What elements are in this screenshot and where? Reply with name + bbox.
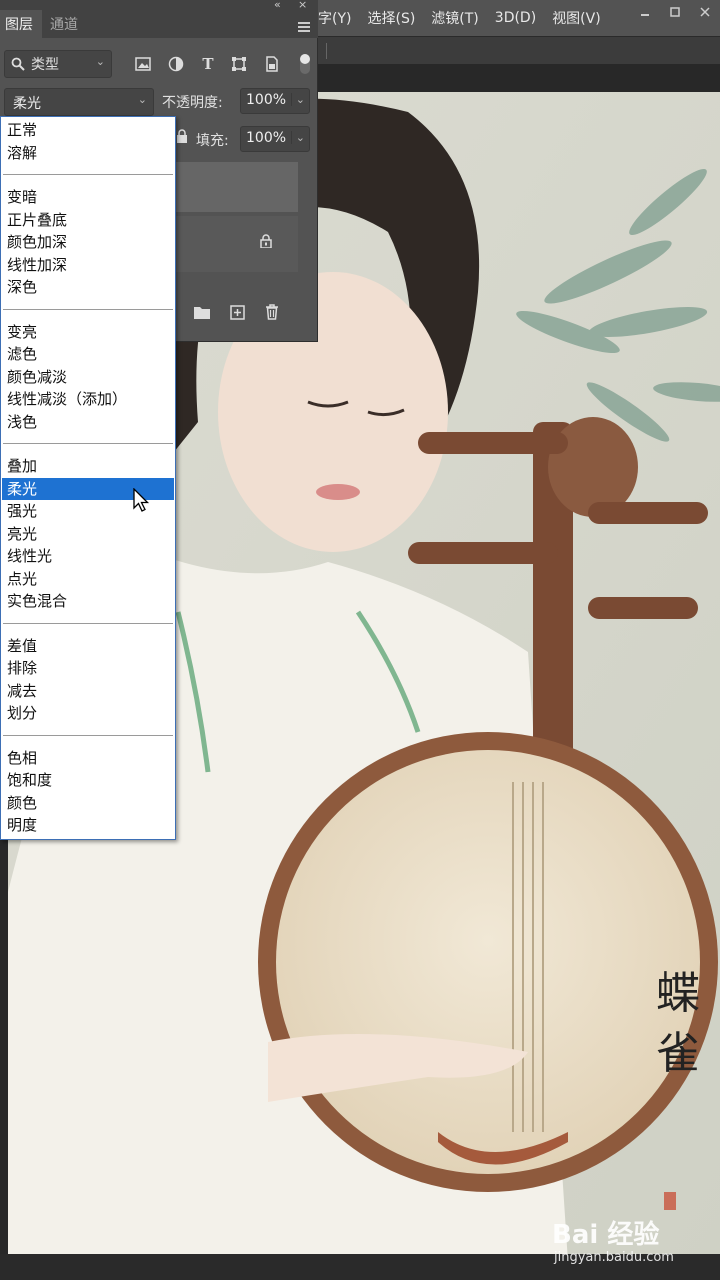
blend-mode-option[interactable]: 色相 [2,747,174,770]
menu-separator [3,308,173,310]
blend-mode-option[interactable]: 颜色加深 [2,231,174,254]
calligraphy-char-2: 雀 [656,1028,700,1079]
blend-mode-option[interactable]: 颜色 [2,792,174,815]
blend-mode-option[interactable]: 正片叠底 [2,209,174,232]
layer-lock-icon [260,234,272,248]
blend-mode-option[interactable]: 线性加深 [2,254,174,277]
blend-mode-option[interactable]: 溶解 [2,142,174,165]
menu-items: 字(Y) 选择(S) 滤镜(T) 3D(D) 视图(V) [318,0,617,36]
shape-filter-icon[interactable] [229,54,249,74]
menu-view[interactable]: 视图(V) [552,8,601,28]
chevron-down-icon[interactable]: ⌄ [290,93,305,106]
blend-mode-option[interactable]: 饱和度 [2,769,174,792]
maximize-icon[interactable] [660,0,690,24]
folder-icon[interactable] [192,302,212,322]
blend-mode-option[interactable]: 排除 [2,657,174,680]
blend-mode-option[interactable]: 明度 [2,814,174,837]
lock-icon[interactable] [176,129,188,143]
trash-icon[interactable] [262,302,282,322]
blend-mode-option[interactable]: 线性减淡（添加） [2,388,174,411]
blend-mode-value: 柔光 [13,96,41,112]
menu-separator [3,622,173,624]
calligraphy-char-1: 蝶 [656,968,700,1019]
close-icon[interactable] [690,0,720,24]
blend-mode-option[interactable]: 深色 [2,276,174,299]
chevron-down-icon[interactable]: ⌄ [290,131,305,144]
document-tab-bar [318,36,720,64]
blend-mode-option[interactable]: 变暗 [2,186,174,209]
blend-mode-option[interactable]: 颜色减淡 [2,366,174,389]
divider [326,43,327,59]
blend-mode-option[interactable]: 叠加 [2,455,174,478]
fill-field[interactable]: 100% ⌄ [240,126,310,152]
menu-separator [3,734,173,736]
menu-type[interactable]: 字(Y) [318,8,351,28]
blend-mode-option[interactable]: 点光 [2,568,174,591]
layer-row[interactable] [176,162,298,212]
window-controls [630,0,720,26]
minimize-icon[interactable] [630,0,660,24]
layer-filter-select[interactable]: 类型 ⌄ [4,50,112,78]
panel-tabs: 图层 通道 [0,10,318,38]
layer-row[interactable] [176,216,298,272]
menu-separator [3,443,173,444]
watermark-logo: Bai 经验 [552,1220,660,1250]
filter-kind-label: 类型 [31,57,59,73]
blend-mode-option[interactable]: 实色混合 [2,590,174,613]
search-icon [11,57,25,71]
blend-mode-option[interactable]: 浅色 [2,411,174,434]
blend-mode-option[interactable]: 减去 [2,680,174,703]
tab-channels[interactable]: 通道 [45,10,83,38]
blend-mode-option[interactable]: 变亮 [2,321,174,344]
blend-mode-option[interactable]: 划分 [2,702,174,725]
blend-mode-select[interactable]: 柔光 ⌄ [4,88,154,116]
image-filter-icon[interactable] [133,54,153,74]
baidu-jingyan-watermark: Bai 经验 jingyan.baidu.com [552,1214,712,1270]
type-filter-icon[interactable]: T [198,54,218,74]
opacity-field[interactable]: 100% ⌄ [240,88,310,114]
mouse-cursor-icon [133,488,150,512]
menu-filter[interactable]: 滤镜(T) [431,8,478,28]
watermark-url: jingyan.baidu.com [554,1250,674,1265]
panel-header-strip: « × [0,0,318,11]
menu-select[interactable]: 选择(S) [367,8,415,28]
panel-footer [176,296,316,330]
smart-object-filter-icon[interactable] [262,54,282,74]
fill-label: 填充: [196,133,229,149]
new-layer-icon[interactable] [227,302,247,322]
menu-3d[interactable]: 3D(D) [495,10,536,26]
blend-mode-option[interactable]: 亮光 [2,523,174,546]
panel-menu-icon[interactable] [298,22,310,32]
chevron-down-icon: ⌄ [95,55,105,68]
menu-separator [3,174,173,175]
filter-toggle[interactable] [300,54,310,74]
blend-mode-option[interactable]: 线性光 [2,545,174,568]
blend-mode-dropdown[interactable]: 正常 溶解变暗 正片叠底 颜色加深 线性加深 深色变亮 滤色 颜色减淡 线性减淡（添加） 浅色叠加… [0,116,176,840]
opacity-label: 不透明度: [162,95,223,111]
chevron-down-icon: ⌄ [137,93,147,106]
opacity-value: 100% [246,92,287,108]
tab-layers[interactable]: 图层 [0,10,42,38]
artwork-calligraphy: 蝶 雀 [656,964,700,1084]
adjustment-filter-icon[interactable] [166,54,186,74]
fill-value: 100% [246,130,287,146]
blend-mode-option[interactable]: 滤色 [2,343,174,366]
blend-mode-option[interactable]: 差值 [2,635,174,658]
blend-mode-option[interactable]: 正常 [2,119,174,142]
